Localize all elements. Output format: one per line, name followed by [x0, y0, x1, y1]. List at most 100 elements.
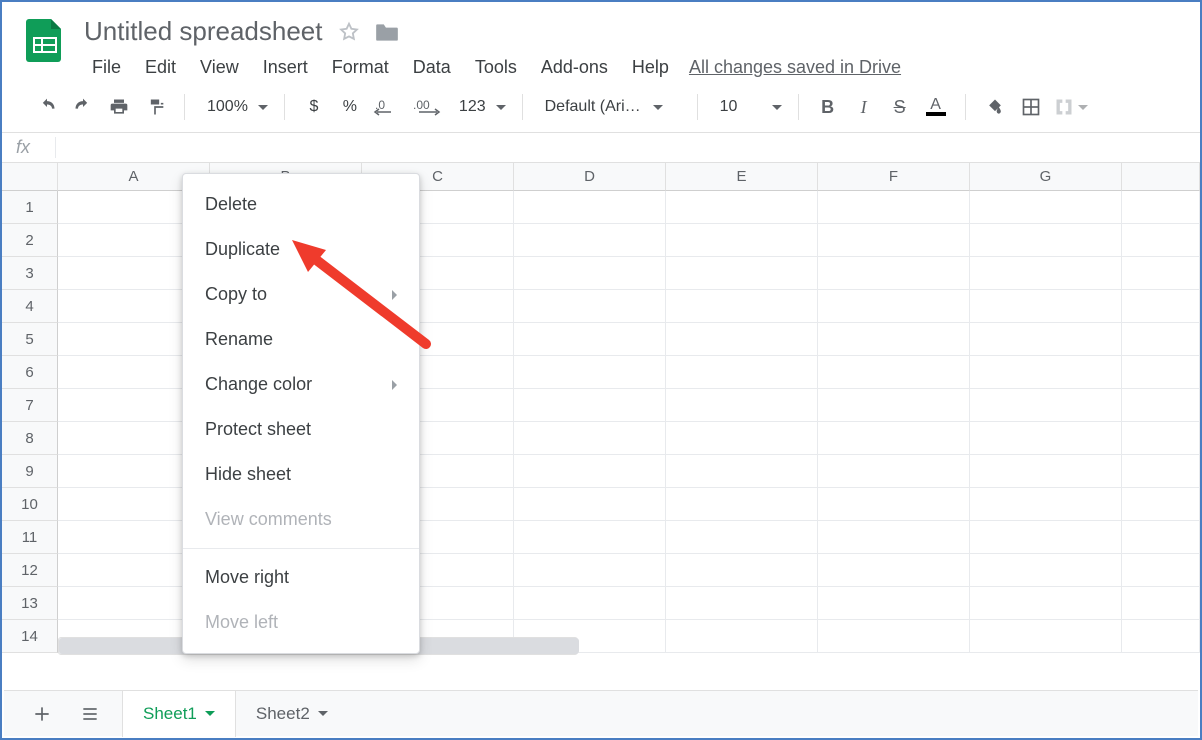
cell[interactable]	[970, 455, 1122, 488]
row-header[interactable]: 12	[2, 554, 58, 587]
ctx-move-right[interactable]: Move right	[183, 555, 419, 600]
cell[interactable]	[1122, 356, 1200, 389]
row-header[interactable]: 5	[2, 323, 58, 356]
cell[interactable]	[514, 356, 666, 389]
zoom-select[interactable]: 100%	[197, 98, 272, 116]
cell[interactable]	[666, 488, 818, 521]
move-to-folder-icon[interactable]	[374, 21, 400, 43]
cell[interactable]	[818, 323, 970, 356]
cell[interactable]	[818, 587, 970, 620]
italic-button[interactable]: I	[847, 92, 881, 122]
sheet-tab-sheet1[interactable]: Sheet1	[122, 691, 236, 737]
ctx-protect-sheet[interactable]: Protect sheet	[183, 407, 419, 452]
cell[interactable]	[970, 191, 1122, 224]
menu-file[interactable]: File	[82, 53, 131, 82]
menu-format[interactable]: Format	[322, 53, 399, 82]
text-color-button[interactable]: A	[919, 92, 953, 122]
cell[interactable]	[970, 488, 1122, 521]
cell[interactable]	[514, 290, 666, 323]
row-header[interactable]: 13	[2, 587, 58, 620]
formula-input[interactable]	[56, 140, 1186, 156]
cell[interactable]	[970, 257, 1122, 290]
menu-help[interactable]: Help	[622, 53, 679, 82]
cell[interactable]	[1122, 389, 1200, 422]
cell[interactable]	[1122, 587, 1200, 620]
more-formats-button[interactable]: 123	[449, 98, 510, 116]
cell[interactable]	[514, 521, 666, 554]
paint-format-button[interactable]	[138, 92, 172, 122]
cell[interactable]	[818, 290, 970, 323]
star-icon[interactable]	[338, 21, 360, 43]
doc-title[interactable]: Untitled spreadsheet	[82, 16, 324, 47]
cell[interactable]	[818, 257, 970, 290]
ctx-hide-sheet[interactable]: Hide sheet	[183, 452, 419, 497]
ctx-copy-to[interactable]: Copy to	[183, 272, 419, 317]
font-select[interactable]: Default (Ari…	[535, 98, 685, 116]
format-percent-button[interactable]: %	[333, 92, 367, 122]
cell[interactable]	[970, 224, 1122, 257]
cell[interactable]	[514, 323, 666, 356]
cell[interactable]	[1122, 422, 1200, 455]
column-header[interactable]: D	[514, 163, 666, 191]
cell[interactable]	[1122, 323, 1200, 356]
cell[interactable]	[666, 455, 818, 488]
fill-color-button[interactable]	[978, 92, 1012, 122]
cell[interactable]	[666, 191, 818, 224]
cell[interactable]	[970, 554, 1122, 587]
font-size-select[interactable]: 10	[710, 98, 786, 116]
cell[interactable]	[666, 389, 818, 422]
cell[interactable]	[818, 554, 970, 587]
cell[interactable]	[970, 323, 1122, 356]
cell[interactable]	[818, 389, 970, 422]
cell[interactable]	[1122, 290, 1200, 323]
menu-addons[interactable]: Add-ons	[531, 53, 618, 82]
cell[interactable]	[818, 620, 970, 653]
row-header[interactable]: 9	[2, 455, 58, 488]
cell[interactable]	[818, 356, 970, 389]
cell[interactable]	[818, 422, 970, 455]
cell[interactable]	[514, 257, 666, 290]
cell[interactable]	[666, 587, 818, 620]
cell[interactable]	[1122, 191, 1200, 224]
chevron-down-icon[interactable]	[205, 711, 215, 716]
borders-button[interactable]	[1014, 92, 1048, 122]
cell[interactable]	[666, 422, 818, 455]
cell[interactable]	[970, 290, 1122, 323]
cell[interactable]	[666, 257, 818, 290]
redo-button[interactable]	[66, 92, 100, 122]
add-sheet-button[interactable]	[26, 698, 58, 730]
cell[interactable]	[666, 323, 818, 356]
cell[interactable]	[514, 422, 666, 455]
menu-tools[interactable]: Tools	[465, 53, 527, 82]
cell[interactable]	[1122, 521, 1200, 554]
row-header[interactable]: 4	[2, 290, 58, 323]
cell[interactable]	[970, 620, 1122, 653]
row-header[interactable]: 11	[2, 521, 58, 554]
menu-edit[interactable]: Edit	[135, 53, 186, 82]
ctx-delete[interactable]: Delete	[183, 182, 419, 227]
cell[interactable]	[666, 356, 818, 389]
sheet-tab-sheet2[interactable]: Sheet2	[236, 691, 348, 737]
row-header[interactable]: 10	[2, 488, 58, 521]
cell[interactable]	[514, 191, 666, 224]
print-button[interactable]	[102, 92, 136, 122]
format-currency-button[interactable]: $	[297, 92, 331, 122]
cell[interactable]	[666, 224, 818, 257]
cell[interactable]	[1122, 620, 1200, 653]
cell[interactable]	[970, 422, 1122, 455]
cell[interactable]	[970, 521, 1122, 554]
cell[interactable]	[514, 488, 666, 521]
ctx-change-color[interactable]: Change color	[183, 362, 419, 407]
decrease-decimal-button[interactable]: .0	[369, 92, 405, 122]
increase-decimal-button[interactable]: .00	[407, 92, 447, 122]
cell[interactable]	[818, 488, 970, 521]
cell[interactable]	[514, 455, 666, 488]
ctx-duplicate[interactable]: Duplicate	[183, 227, 419, 272]
menu-insert[interactable]: Insert	[253, 53, 318, 82]
cell[interactable]	[1122, 455, 1200, 488]
merge-cells-button[interactable]	[1050, 97, 1092, 117]
cell[interactable]	[666, 290, 818, 323]
cell[interactable]	[1122, 257, 1200, 290]
cell[interactable]	[818, 455, 970, 488]
cell[interactable]	[818, 521, 970, 554]
